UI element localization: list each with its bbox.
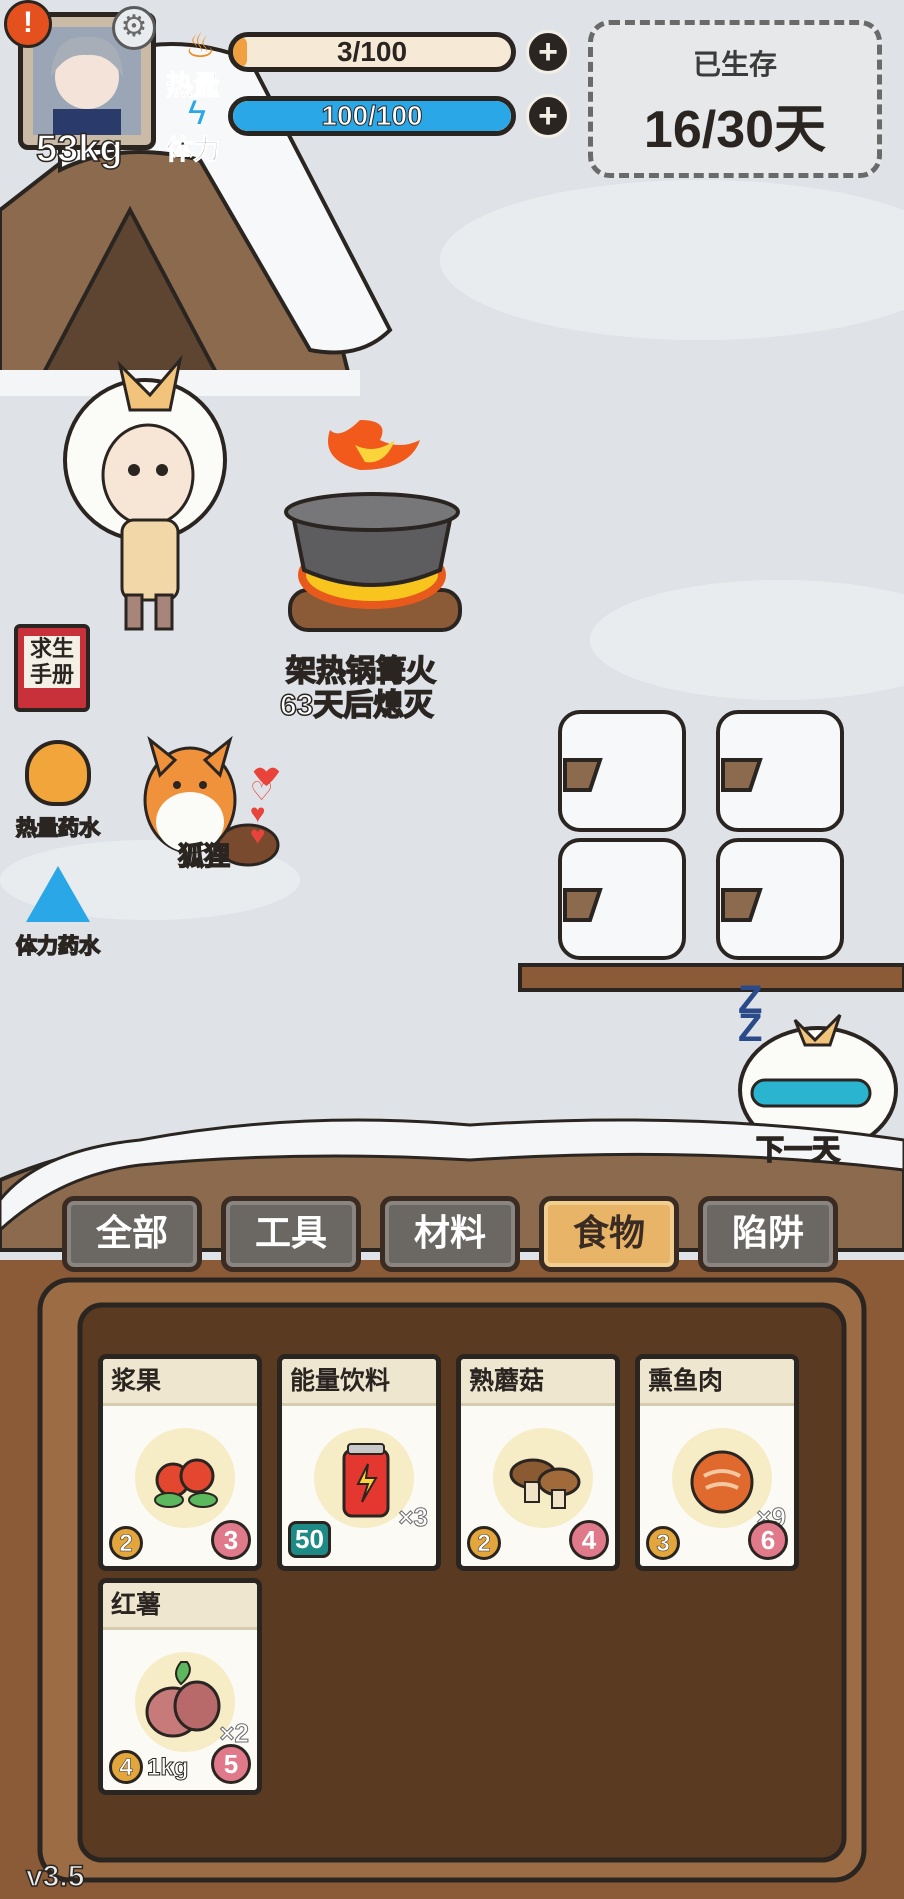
item-heat-value: 2 <box>467 1526 501 1560</box>
add-heat-button[interactable]: + <box>526 30 570 74</box>
mushroom-icon <box>507 1452 583 1517</box>
survived-label: 已生存 <box>692 49 777 80</box>
heat-icon: ♨ <box>185 27 216 65</box>
item-quantity: ×3 <box>398 1502 429 1533</box>
item-weight: 1kg <box>146 1754 189 1782</box>
sweet-potato-icon <box>141 1656 227 1751</box>
smoked-fish-icon <box>684 1446 760 1521</box>
item-stamina-value: 5 <box>211 1744 251 1784</box>
item-name: 熏鱼肉 <box>640 1359 794 1406</box>
sleep-zzz-icon: ZZ <box>738 978 763 1050</box>
item-card-energy-drink[interactable]: 能量饮料 ×3 50 <box>277 1354 441 1571</box>
stamina-potion-label: 体力药水 <box>15 934 101 959</box>
stamina-potion-icon <box>26 866 90 922</box>
tab-food[interactable]: 食物 <box>539 1196 679 1272</box>
survived-days: 16/30天 <box>643 101 827 159</box>
heat-potion-button[interactable]: 热量药水 <box>6 740 110 842</box>
next-day-button[interactable]: 下一天 <box>755 1128 841 1168</box>
version-label: v3.5 <box>25 1859 85 1894</box>
item-card-cooked-mushroom[interactable]: 熟蘑菇 2 4 <box>456 1354 620 1571</box>
item-stamina-value: 6 <box>748 1520 788 1560</box>
survival-manual-button[interactable]: 求生 手册 <box>14 624 90 712</box>
item-name: 能量饮料 <box>282 1359 436 1406</box>
stamina-value: 100/100 <box>321 100 423 131</box>
survived-days-panel: 已生存 16/30天 <box>588 20 882 178</box>
heat-potion-icon <box>25 740 91 806</box>
tab-tools[interactable]: 工具 <box>221 1196 361 1272</box>
item-heat-value: 4 <box>109 1750 143 1784</box>
alert-icon[interactable]: ! <box>4 0 52 48</box>
heat-potion-label: 热量药水 <box>15 816 101 841</box>
item-name: 熟蘑菇 <box>461 1359 615 1406</box>
heat-value: 3/100 <box>336 36 408 67</box>
item-stamina-value: 4 <box>569 1520 609 1560</box>
pet-name[interactable]: 狐狸 <box>177 836 231 873</box>
item-name: 浆果 <box>103 1359 257 1406</box>
item-name: 红薯 <box>103 1583 257 1630</box>
settings-gear-icon[interactable]: ⚙ <box>112 6 156 50</box>
campfire-timer: 63天后熄灭 <box>279 688 434 723</box>
item-stamina-value: 50 <box>288 1521 331 1558</box>
item-card-sweet-potato[interactable]: 红薯 ×2 4 1kg 5 <box>98 1578 262 1795</box>
heat-bar: 3/100 <box>228 32 516 72</box>
heart-icon: ♡ ♥ ♥ <box>250 776 274 850</box>
item-card-smoked-fish[interactable]: 熏鱼肉 ×9 3 6 <box>635 1354 799 1571</box>
tab-traps[interactable]: 陷阱 <box>698 1196 838 1272</box>
berries-icon <box>151 1450 221 1515</box>
tab-all[interactable]: 全部 <box>62 1196 202 1272</box>
add-stamina-button[interactable]: + <box>526 94 570 138</box>
item-heat-value: 2 <box>109 1526 143 1560</box>
survival-manual-label: 求生 手册 <box>24 636 80 688</box>
player-weight: 53kg <box>35 127 123 171</box>
stamina-bar: 100/100 <box>228 96 516 136</box>
stamina-potion-button[interactable]: 体力药水 <box>6 866 110 960</box>
item-heat-value: 3 <box>646 1526 680 1560</box>
item-stamina-value: 3 <box>211 1520 251 1560</box>
item-card-berries[interactable]: 浆果 2 3 <box>98 1354 262 1571</box>
energy-drink-icon <box>338 1442 394 1527</box>
tab-materials[interactable]: 材料 <box>380 1196 520 1272</box>
stamina-label: 体力 <box>166 135 221 166</box>
